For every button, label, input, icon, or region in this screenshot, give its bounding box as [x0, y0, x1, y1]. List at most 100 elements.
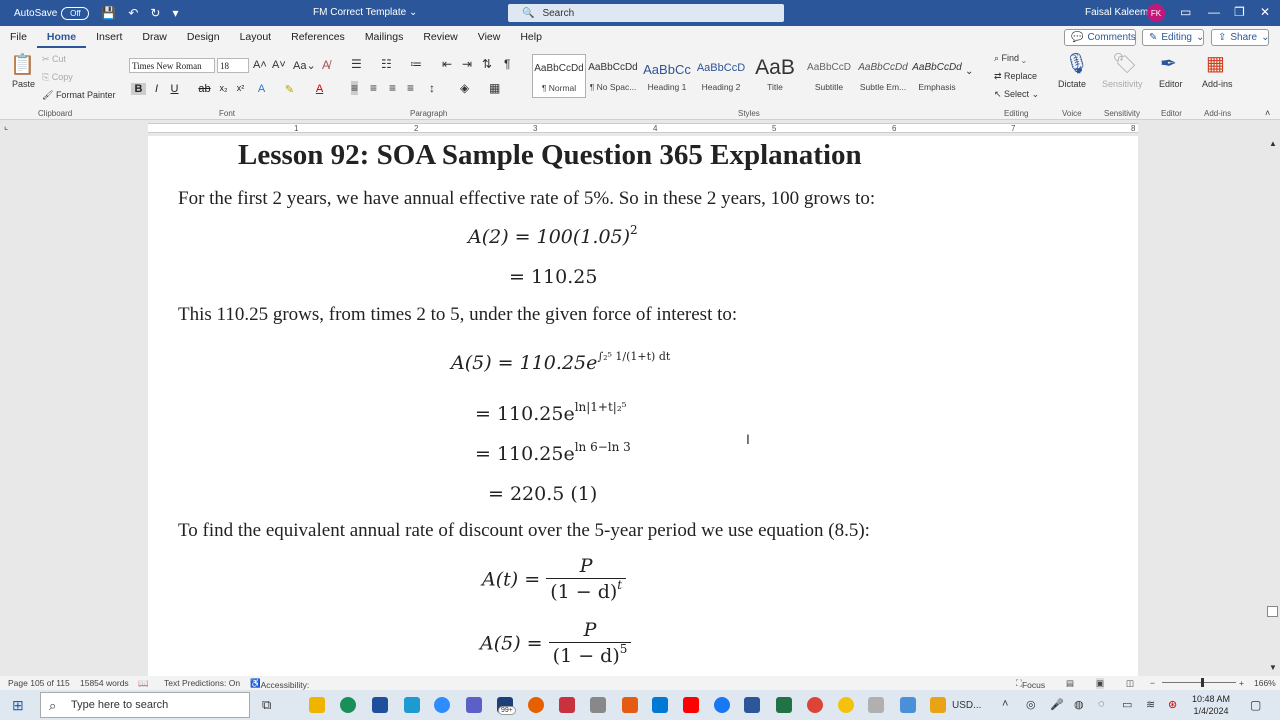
avatar[interactable]: FK [1147, 4, 1165, 22]
user-name[interactable]: Faisal Kaleem [1085, 7, 1148, 18]
customize-toolbar-icon[interactable]: ▾ [172, 6, 178, 20]
format-painter-button[interactable]: 🖌 Format Painter [42, 90, 115, 101]
subscript-icon[interactable]: x₂ [216, 83, 231, 93]
cut-button[interactable]: ✂ Cut [42, 54, 66, 65]
dictate-button[interactable]: Dictate [1058, 79, 1086, 89]
tab-references[interactable]: References [281, 26, 355, 48]
word-icon[interactable] [744, 697, 760, 713]
microphone-icon[interactable]: 🎙 [1064, 51, 1089, 76]
highlight-icon[interactable]: ✎ [282, 83, 297, 96]
shading-icon[interactable]: ◈ [460, 81, 469, 95]
borders-icon[interactable]: ▦ [489, 81, 500, 95]
grow-font-icon[interactable]: A˄ [253, 59, 267, 71]
word-count[interactable]: 15854 words [80, 678, 129, 688]
justify-icon[interactable]: ≡ [407, 81, 414, 95]
tray-chevron-icon[interactable]: ˄ [1002, 698, 1008, 710]
shrink-font-icon[interactable]: A˅ [272, 59, 286, 71]
tab-selector-icon[interactable]: ⌞ [4, 121, 8, 132]
tab-help[interactable]: Help [510, 26, 552, 48]
app-icon[interactable] [868, 697, 884, 713]
facebook-icon[interactable] [714, 697, 730, 713]
excel-icon[interactable] [776, 697, 792, 713]
tray-ticker[interactable]: USD... [952, 700, 981, 711]
app-icon[interactable] [590, 697, 606, 713]
close-icon[interactable]: ✕ [1260, 5, 1270, 19]
windows-start-icon[interactable]: ⊞ [12, 697, 24, 714]
tab-mailings[interactable]: Mailings [355, 26, 414, 48]
numbering-icon[interactable]: ☷ [381, 57, 392, 71]
zoom-level[interactable]: 166% [1254, 678, 1276, 688]
microphone-icon[interactable]: 🎤 [1050, 698, 1064, 711]
edge-icon[interactable] [340, 697, 356, 713]
line-spacing-icon[interactable]: ↕ [429, 81, 435, 95]
text-effects-icon[interactable]: A [254, 83, 269, 95]
superscript-icon[interactable]: x² [233, 83, 248, 93]
text-predictions-status[interactable]: Text Predictions: On [164, 678, 240, 688]
paste-button[interactable]: Paste [12, 79, 35, 89]
autosave-switch[interactable]: Off [61, 6, 90, 20]
copy-button[interactable]: ⎘ Copy [42, 72, 73, 83]
weather-icon[interactable] [930, 697, 946, 713]
share-button[interactable]: ⇪ Share ⌄ [1211, 29, 1269, 46]
task-view-icon[interactable]: ⧉ [262, 697, 271, 713]
tab-design[interactable]: Design [177, 26, 230, 48]
vertical-scrollbar[interactable]: ▲ ▼ [1266, 136, 1280, 676]
undo-icon[interactable]: ↶ [128, 6, 138, 20]
bullets-icon[interactable]: ☰ [351, 57, 362, 71]
tray-icon[interactable]: ◍ [1074, 698, 1084, 711]
web-layout-icon[interactable]: ◫ [1126, 678, 1134, 689]
tab-layout[interactable]: Layout [230, 26, 282, 48]
app-icon[interactable] [900, 697, 916, 713]
zoom-icon[interactable] [434, 697, 450, 713]
style-heading-2[interactable]: AaBbCcD Heading 2 [694, 54, 748, 98]
select-button[interactable]: ↖ Select ⌄ [994, 89, 1039, 100]
app-icon[interactable] [559, 697, 575, 713]
app-icon[interactable] [838, 697, 854, 713]
tray-icon[interactable]: ⊛ [1168, 698, 1177, 711]
font-size-select[interactable]: 18 [217, 58, 249, 73]
bold-icon[interactable]: B [131, 83, 146, 95]
editor-button[interactable]: Editor [1159, 79, 1183, 89]
increase-indent-icon[interactable]: ⇥ [462, 57, 472, 71]
editing-mode-button[interactable]: ✎ Editing ⌄ [1142, 29, 1204, 46]
chrome-icon[interactable] [807, 697, 823, 713]
tab-view[interactable]: View [468, 26, 511, 48]
sort-icon[interactable]: ⇅ [482, 57, 492, 71]
firefox-icon[interactable] [528, 697, 544, 713]
style-normal[interactable]: AaBbCcDd ¶ Normal [532, 54, 586, 98]
battery-icon[interactable]: ▭ [1122, 698, 1132, 711]
style-subtle-emphasis[interactable]: AaBbCcDd Subtle Em... [856, 54, 910, 98]
focus-button[interactable]: ⛶ Focus [1016, 678, 1045, 690]
document-title[interactable]: FM Correct Template ⌄ [313, 7, 417, 18]
save-icon[interactable]: 💾 [101, 6, 116, 20]
styles-more-icon[interactable]: ⌄ [965, 66, 973, 77]
app-icon[interactable] [652, 697, 668, 713]
horizontal-ruler[interactable]: ⌞ 1 2 3 4 5 6 7 8 [0, 121, 1280, 135]
teams-icon[interactable] [466, 697, 482, 713]
style-title[interactable]: AaB Title [748, 54, 802, 98]
page-count[interactable]: Page 105 of 115 [8, 678, 70, 688]
taskbar-clock[interactable]: 10:48 AM 1/4/2024 [1192, 693, 1230, 717]
zoom-slider[interactable] [1162, 682, 1236, 683]
notifications-icon[interactable]: ▢ [1250, 698, 1261, 712]
editor-icon[interactable]: ✒ [1160, 51, 1177, 76]
style-no-spacing[interactable]: AaBbCcDd ¶ No Spac... [586, 54, 640, 98]
multilevel-list-icon[interactable]: ≔ [410, 57, 422, 71]
decrease-indent-icon[interactable]: ⇤ [442, 57, 452, 71]
tab-draw[interactable]: Draw [132, 26, 177, 48]
app-icon[interactable] [404, 697, 420, 713]
style-subtitle[interactable]: AaBbCcD Subtitle [802, 54, 856, 98]
tab-file[interactable]: File [0, 26, 37, 48]
autosave-toggle[interactable]: AutoSave Off [14, 6, 90, 20]
replace-button[interactable]: ⇄ Replace [994, 71, 1037, 82]
align-right-icon[interactable]: ≡ [389, 81, 396, 95]
change-case-button[interactable]: Aa⌄ [293, 59, 316, 72]
read-mode-icon[interactable]: ▤ [1066, 678, 1074, 689]
scroll-thumb[interactable] [1267, 606, 1278, 617]
tab-insert[interactable]: Insert [86, 26, 132, 48]
collapse-ribbon-icon[interactable]: ˄ [1265, 108, 1270, 118]
underline-icon[interactable]: U [167, 83, 182, 95]
wifi-icon[interactable]: ≋ [1146, 698, 1155, 711]
file-explorer-icon[interactable] [309, 697, 325, 713]
zoom-slider-thumb[interactable] [1201, 678, 1204, 687]
